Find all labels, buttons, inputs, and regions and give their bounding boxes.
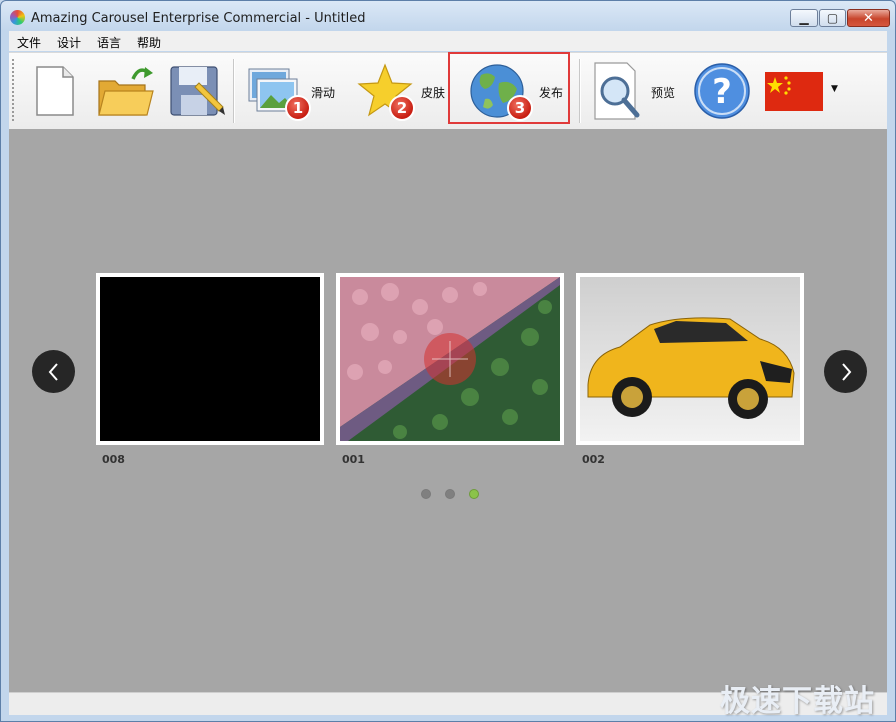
prev-arrow-button[interactable] <box>32 350 75 393</box>
slides-label: 滑动 <box>311 86 336 100</box>
slide-image-car <box>580 277 800 441</box>
open-button[interactable] <box>93 53 157 129</box>
skin-label: 皮肤 <box>421 86 446 100</box>
help-button[interactable]: ? <box>691 53 753 129</box>
preview-label: 预览 <box>651 86 676 100</box>
slide-image-black <box>100 277 320 441</box>
skin-button[interactable]: 2 皮肤 <box>353 53 453 129</box>
menu-bar: 文件 设计 语言 帮助 <box>9 31 887 51</box>
menu-language[interactable]: 语言 <box>97 34 121 51</box>
menu-file[interactable]: 文件 <box>17 34 41 51</box>
new-document-icon <box>36 66 74 116</box>
preview-magnifier-icon <box>594 62 640 120</box>
slide-caption: 008 <box>102 453 125 466</box>
toolbar-separator <box>233 59 235 123</box>
window-title: Amazing Carousel Enterprise Commercial -… <box>31 11 366 26</box>
maximize-button[interactable]: ▢ <box>819 9 846 27</box>
forest-aerial-image <box>340 277 560 441</box>
maximize-icon: ▢ <box>826 11 839 25</box>
page-dot[interactable] <box>421 489 431 499</box>
site-watermark: 极速下载站 <box>720 684 875 719</box>
save-button[interactable] <box>165 53 227 129</box>
menu-help[interactable]: 帮助 <box>137 34 161 51</box>
slide-caption: 002 <box>582 453 605 466</box>
title-bar[interactable]: Amazing Carousel Enterprise Commercial -… <box>1 1 895 31</box>
language-dropdown[interactable]: ▼ <box>761 53 843 129</box>
yellow-suv-image <box>580 277 800 441</box>
svg-text:?: ? <box>712 72 732 112</box>
publish-highlight-box <box>448 52 570 124</box>
open-folder-icon <box>98 67 154 116</box>
carousel-slide[interactable] <box>576 273 804 445</box>
app-logo-icon <box>10 10 25 25</box>
slides-button[interactable]: 1 滑动 <box>243 53 343 129</box>
chevron-right-icon <box>841 362 851 381</box>
next-arrow-button[interactable] <box>824 350 867 393</box>
help-question-icon: ? <box>694 63 750 119</box>
save-disk-icon <box>170 66 225 116</box>
page-dot-active[interactable] <box>469 489 479 499</box>
chevron-left-icon <box>48 362 58 381</box>
close-icon: ✕ <box>863 10 874 26</box>
minimize-button[interactable]: ▁ <box>790 9 818 27</box>
carousel-preview-stage: 008 001 002 <box>9 129 887 692</box>
app-window: Amazing Carousel Enterprise Commercial -… <box>0 0 896 722</box>
toolbar-separator <box>579 59 581 123</box>
carousel-slide[interactable] <box>336 273 564 445</box>
page-dot[interactable] <box>445 489 455 499</box>
menu-design[interactable]: 设计 <box>57 34 81 51</box>
minimize-icon: ▁ <box>799 11 809 25</box>
preview-button[interactable]: 预览 <box>587 53 685 129</box>
slide-caption: 001 <box>342 453 365 466</box>
slide-image-forest <box>340 277 560 441</box>
new-button[interactable] <box>27 53 83 129</box>
step-badge-1: 1 <box>285 95 311 121</box>
chevron-down-icon: ▼ <box>831 84 838 94</box>
step-badge-2: 2 <box>389 95 415 121</box>
china-flag-icon <box>765 72 823 111</box>
close-button[interactable]: ✕ <box>847 9 890 27</box>
toolbar-grip[interactable] <box>12 59 14 123</box>
carousel-slide[interactable] <box>96 273 324 445</box>
